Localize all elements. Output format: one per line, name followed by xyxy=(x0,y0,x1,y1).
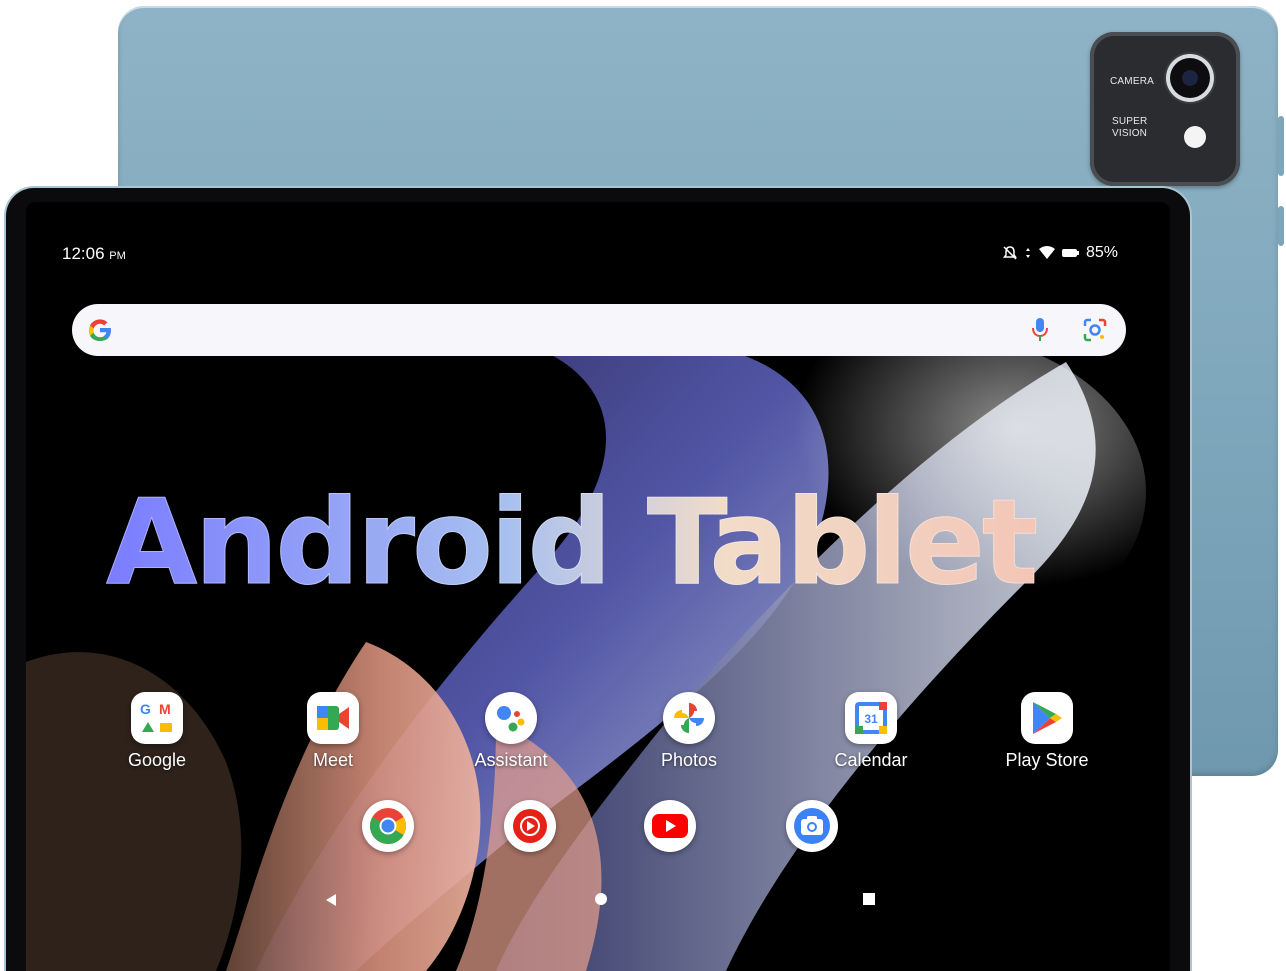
app-label: Google xyxy=(127,750,187,770)
svg-text:G: G xyxy=(140,701,151,717)
app-label: Meet xyxy=(312,750,354,770)
meet-icon xyxy=(307,692,359,744)
camera-label: CAMERA xyxy=(1110,76,1154,87)
play-store-icon xyxy=(1021,692,1073,744)
youtube-music-icon[interactable] xyxy=(504,800,556,852)
app-meet[interactable]: Meet xyxy=(268,692,398,771)
calendar-icon: 31 xyxy=(845,692,897,744)
app-assistant[interactable]: Assistant xyxy=(446,692,576,771)
app-photos[interactable]: Photos xyxy=(624,692,754,771)
signal-icon xyxy=(1025,248,1030,258)
app-label: Assistant xyxy=(474,750,548,770)
app-google[interactable]: G M Google xyxy=(92,692,222,771)
volume-button xyxy=(1278,116,1284,176)
app-play-store[interactable]: Play Store xyxy=(982,692,1112,771)
app-label: Play Store xyxy=(1005,750,1089,770)
screen: 12:06 PM 85% Android Tablet G M Google M… xyxy=(26,202,1170,971)
app-label: Calendar xyxy=(834,750,908,770)
lens-icon[interactable] xyxy=(1082,317,1108,343)
photos-icon xyxy=(663,692,715,744)
assistant-icon xyxy=(485,692,537,744)
power-button xyxy=(1278,206,1284,246)
back-icon[interactable] xyxy=(324,892,338,908)
calendar-day: 31 xyxy=(864,712,878,726)
chrome-icon[interactable] xyxy=(362,800,414,852)
battery-icon xyxy=(1061,249,1079,257)
status-icons: 85% xyxy=(1002,244,1118,262)
rear-lens-icon xyxy=(1170,58,1210,98)
flash-icon xyxy=(1184,126,1206,148)
svg-text:M: M xyxy=(159,701,171,717)
youtube-icon[interactable] xyxy=(644,800,696,852)
wifi-icon xyxy=(1038,246,1055,259)
mic-icon[interactable] xyxy=(1030,317,1050,343)
recents-icon[interactable] xyxy=(862,892,876,906)
headline: Android Tablet xyxy=(106,472,1106,612)
tablet-front: 12:06 PM 85% Android Tablet G M Google M… xyxy=(6,188,1190,971)
ampm-text: PM xyxy=(109,250,126,262)
google-g-icon xyxy=(88,319,111,341)
battery-percent: 85% xyxy=(1085,244,1118,261)
app-calendar[interactable]: 31 Calendar xyxy=(806,692,936,771)
search-bar[interactable] xyxy=(72,304,1126,356)
google-folder-icon: G M xyxy=(131,692,183,744)
super-label: SUPER xyxy=(1112,116,1148,127)
vision-label: VISION xyxy=(1112,128,1148,139)
notifications-off-icon xyxy=(1002,246,1017,260)
app-label: Photos xyxy=(660,750,718,770)
rear-camera-module: CAMERA SUPER VISION xyxy=(1090,32,1240,186)
camera-icon[interactable] xyxy=(786,800,838,852)
status-time: 12:06 PM xyxy=(62,244,126,264)
time-text: 12:06 xyxy=(62,244,105,263)
home-icon[interactable] xyxy=(594,892,608,906)
